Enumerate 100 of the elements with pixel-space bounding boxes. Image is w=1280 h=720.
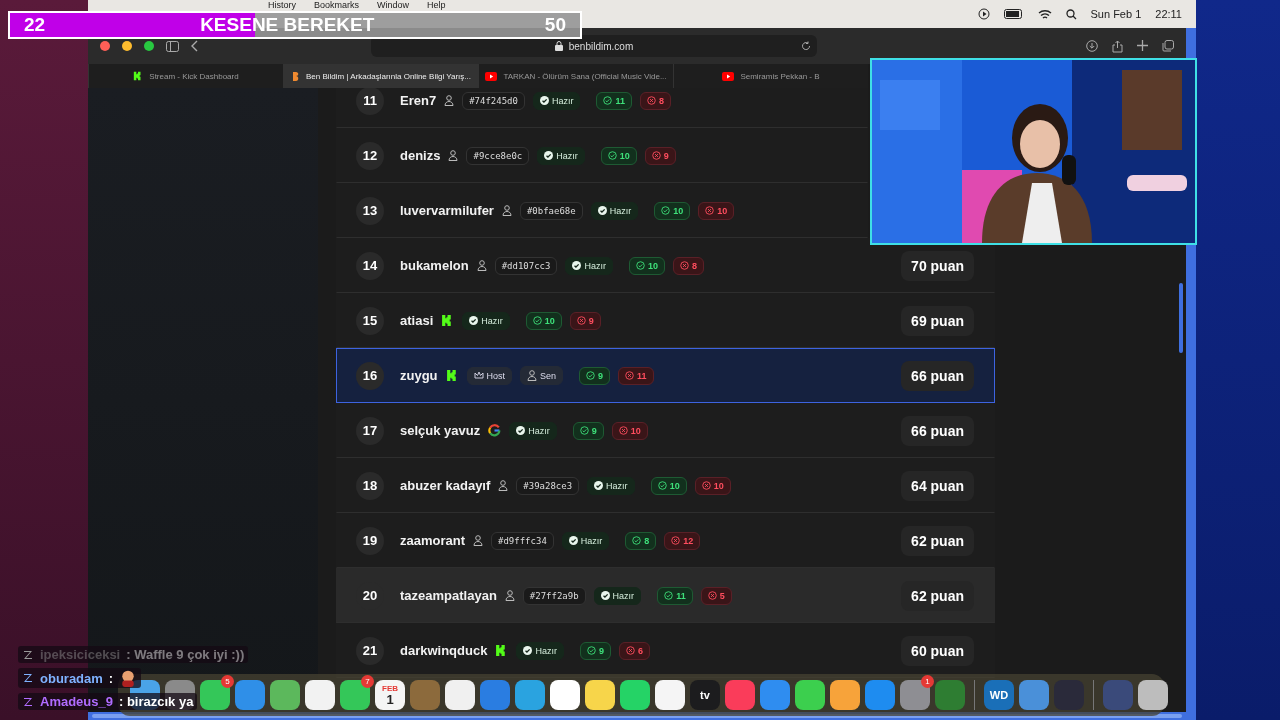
cross-circle-icon	[651, 151, 661, 160]
rank-badge: 16	[356, 361, 384, 390]
share-icon[interactable]	[1112, 39, 1123, 53]
goal-title: KESENE BEREKET	[200, 14, 375, 36]
points-badge: 62 puan	[901, 580, 974, 611]
app-icon[interactable]: FEB 1	[375, 680, 405, 710]
correct-count: 8	[625, 531, 657, 550]
app-icon[interactable]	[620, 680, 650, 710]
app-icon[interactable]: tv	[690, 680, 720, 710]
minimize-button[interactable]	[122, 41, 132, 51]
notification-badge: 7	[361, 675, 374, 688]
wrong-count: 11	[618, 366, 654, 385]
goal-target: 50	[544, 14, 566, 36]
user-icon	[498, 480, 509, 491]
battery-icon[interactable]	[1003, 9, 1024, 19]
wrong-count: 8	[639, 91, 671, 110]
correct-count: 9	[572, 421, 604, 440]
wifi-icon[interactable]	[1037, 8, 1052, 20]
chat-message: : Waffle 9 çok iyi :))	[126, 647, 245, 662]
rank-badge: 19	[356, 526, 384, 555]
app-icon[interactable]	[830, 680, 860, 710]
correct-count: 10	[600, 146, 637, 165]
cross-circle-icon	[705, 206, 715, 215]
player-row[interactable]: 20 tazeampatlayan #27ff2a9b Hazır 11 5 62 puan	[336, 568, 995, 623]
app-icon[interactable]	[1138, 680, 1168, 710]
app-icon[interactable]	[585, 680, 615, 710]
status-badge: Hazır	[516, 641, 564, 660]
player-name: Eren7	[400, 93, 437, 108]
player-name: tazeampatlayan	[400, 588, 497, 603]
menu-item[interactable]: Help	[427, 0, 446, 10]
check-icon	[523, 646, 533, 655]
notification-badge: 1	[921, 675, 934, 688]
points-badge: 66 puan	[901, 415, 974, 446]
user-icon	[476, 260, 487, 271]
menu-date: Sun Feb 1	[1090, 8, 1142, 20]
lock-icon	[554, 41, 563, 51]
address-bar[interactable]: benbildim.com	[371, 35, 817, 57]
tabs-overview-icon[interactable]	[1162, 39, 1174, 52]
player-row[interactable]: 11 Eren7 #74f245d0 Hazır 11 8	[336, 88, 868, 128]
app-icon[interactable]	[795, 680, 825, 710]
check-icon	[597, 206, 607, 215]
new-tab-icon[interactable]	[1137, 39, 1148, 51]
goal-current: 22	[24, 14, 46, 36]
search-icon[interactable]	[1065, 8, 1077, 20]
cross-circle-icon	[646, 96, 656, 105]
play-circle-icon[interactable]	[977, 8, 990, 20]
app-icon[interactable]: WD	[984, 680, 1014, 710]
player-tag: #74f245d0	[462, 91, 525, 110]
close-button[interactable]	[100, 41, 110, 51]
check-circle-icon	[607, 151, 617, 160]
points-badge: 66 puan	[901, 360, 974, 391]
status-badge: Hazır	[593, 586, 642, 605]
back-icon[interactable]	[191, 40, 199, 52]
sidebar-icon[interactable]	[166, 40, 179, 52]
status-badge: Hazır	[509, 421, 557, 440]
zoom-button[interactable]	[144, 41, 154, 51]
rank-badge: 17	[356, 416, 384, 445]
cross-circle-icon	[618, 426, 628, 435]
rank-badge: 15	[356, 306, 384, 335]
player-name: denizs	[400, 148, 441, 163]
menu-item[interactable]: Bookmarks	[314, 0, 360, 10]
menu-item[interactable]: Window	[377, 0, 410, 10]
player-tag: #d9fffc34	[491, 531, 554, 550]
browser-tab[interactable]: Ben Bildim | Arkadaşlarınla Online Bilgi Yarış...	[283, 64, 478, 88]
reload-icon[interactable]	[801, 41, 811, 51]
address-text: benbildim.com	[568, 40, 634, 52]
kick-logo-icon	[133, 71, 144, 81]
cross-circle-icon	[671, 536, 681, 545]
status-badge: Hazır	[565, 256, 613, 275]
chat-username: Amadeus_9	[40, 694, 113, 709]
app-icon[interactable]	[655, 680, 685, 710]
check-circle-icon	[657, 481, 667, 490]
player-name: atiasi	[400, 313, 434, 328]
player-name: bukamelon	[400, 258, 469, 273]
check-icon	[469, 316, 479, 325]
crown-icon	[473, 371, 484, 380]
correct-count: 11	[596, 91, 632, 110]
rank-badge: 12	[356, 141, 384, 170]
correct-count: 10	[628, 256, 665, 275]
points-badge: 62 puan	[901, 525, 974, 556]
app-icon[interactable]	[550, 680, 580, 710]
video-play-icon	[722, 71, 735, 81]
points-badge: 60 puan	[901, 635, 974, 666]
rank-badge: 11	[356, 88, 384, 115]
rank-badge: 21	[356, 636, 384, 665]
player-tag: #9cce8e0c	[466, 146, 530, 165]
player-row[interactable]: 16 zuygu Host Sen 9 11 66 puan	[336, 348, 995, 403]
wrong-count: 5	[700, 586, 732, 605]
player-name: luvervarmilufer	[400, 203, 494, 218]
cross-circle-icon	[707, 591, 717, 600]
wrong-count: 9	[644, 146, 676, 165]
user-icon	[527, 370, 538, 381]
scrollbar-thumb[interactable]	[1179, 283, 1183, 353]
app-icon[interactable]	[445, 680, 475, 710]
menu-item[interactable]: History	[268, 0, 296, 10]
player-name: selçuk yavuz	[400, 423, 481, 438]
download-icon[interactable]	[1086, 39, 1098, 52]
correct-count: 11	[657, 586, 693, 605]
you-badge: Sen	[520, 366, 564, 385]
app-icon[interactable]	[305, 680, 335, 710]
